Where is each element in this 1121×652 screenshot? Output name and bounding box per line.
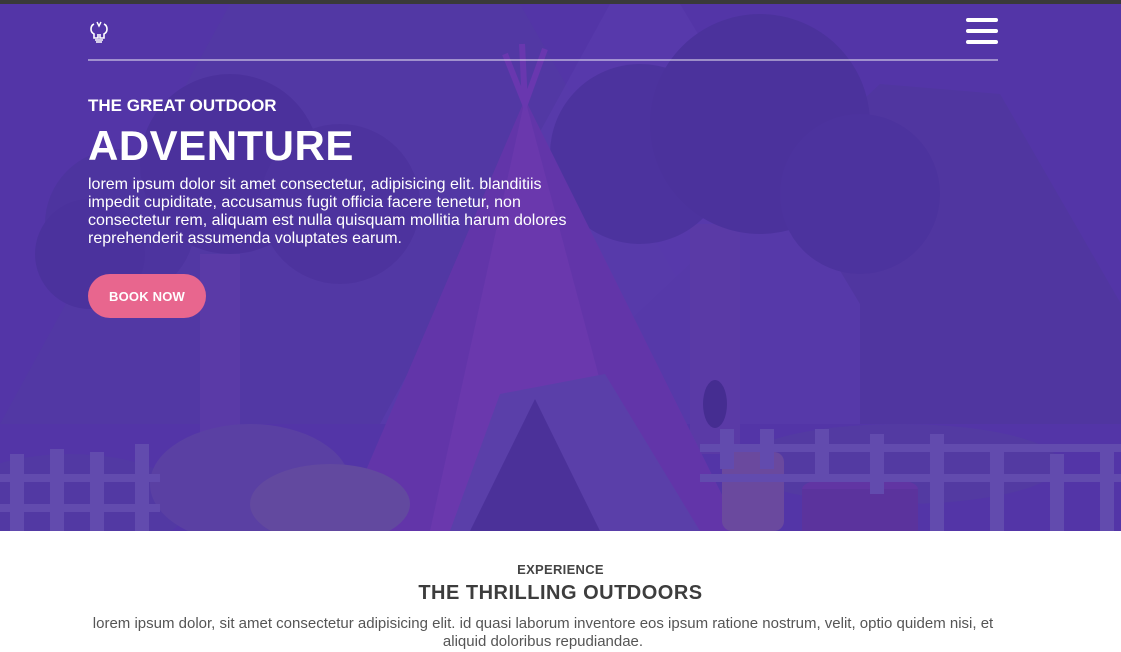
hero-headline: ADVENTURE bbox=[88, 122, 354, 169]
hamburger-line bbox=[966, 29, 998, 33]
hero-color-overlay bbox=[0, 4, 1121, 531]
experience-title: THE THRILLING OUTDOORS bbox=[418, 582, 703, 604]
top-navigation bbox=[88, 4, 998, 61]
lightbulb-logo-icon[interactable] bbox=[88, 20, 110, 44]
hamburger-menu-icon[interactable] bbox=[966, 18, 998, 46]
hero-section: THE GREAT OUTDOOR ADVENTURE lorem ipsum … bbox=[0, 4, 1121, 531]
book-now-button[interactable]: BOOK NOW bbox=[88, 274, 206, 318]
experience-text: lorem ipsum dolor, sit amet consectetur … bbox=[92, 615, 994, 650]
hero-eyebrow: THE GREAT OUTDOOR bbox=[88, 96, 277, 115]
hero-intro-text: lorem ipsum dolor sit amet consectetur, … bbox=[88, 176, 567, 247]
experience-eyebrow: EXPERIENCE bbox=[517, 562, 604, 577]
experience-section: EXPERIENCE THE THRILLING OUTDOORS lorem … bbox=[0, 531, 1121, 652]
hero-text-block: THE GREAT OUTDOOR ADVENTURE lorem ipsum … bbox=[88, 96, 588, 248]
hamburger-line bbox=[966, 40, 998, 44]
hamburger-line bbox=[966, 18, 998, 22]
